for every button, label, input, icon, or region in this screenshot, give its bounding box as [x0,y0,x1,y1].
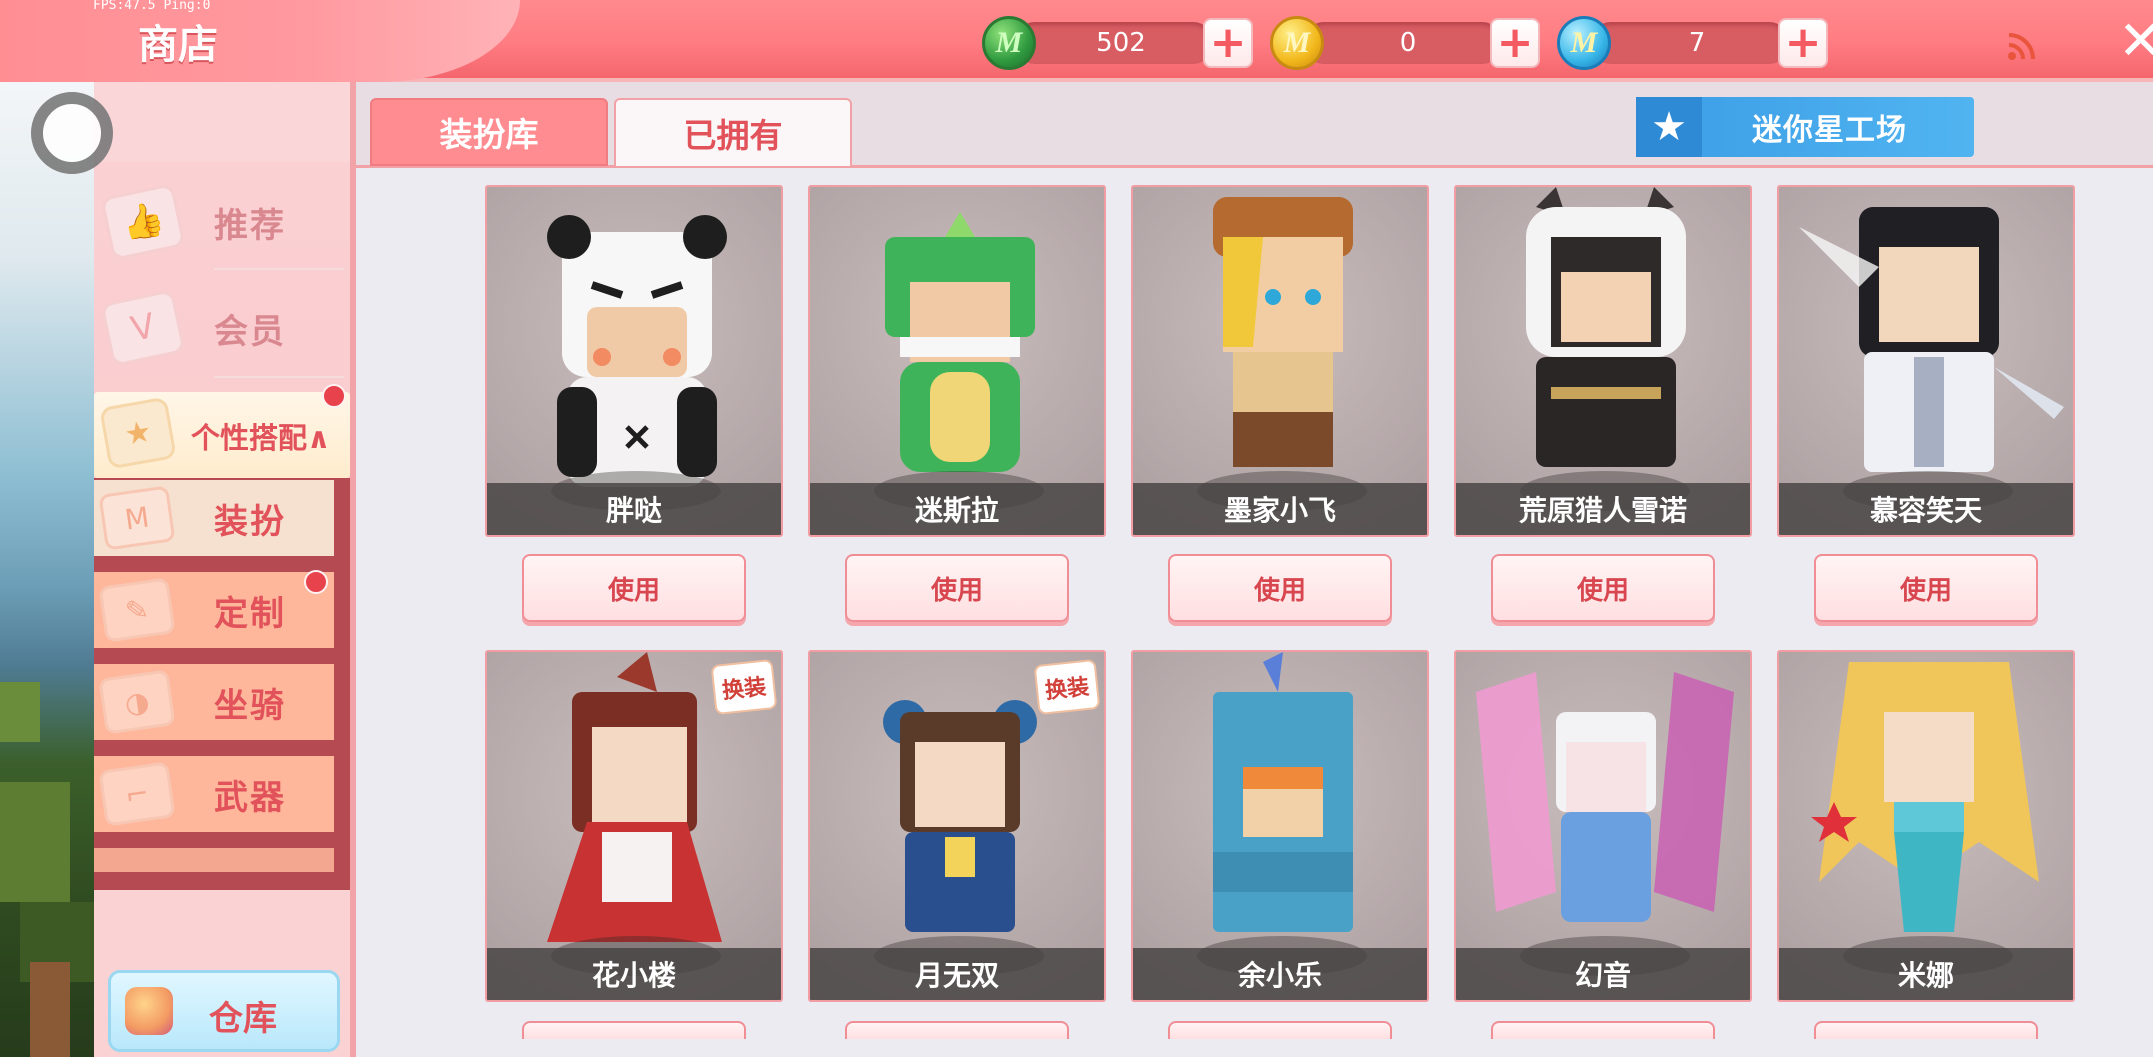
notification-dot [304,570,328,594]
skin-card-huanyin[interactable]: 幻音 [1454,650,1752,1002]
sidebar-item-label: 装扮 [214,501,286,542]
blue-coin-icon: M [1557,16,1611,70]
use-button[interactable]: 使用 [845,554,1069,622]
sidebar-item-outfit[interactable]: M 装扮 [94,480,334,556]
currency-value-stars: 7 [1688,28,1706,58]
mermaid-character-image [1811,662,2039,932]
sidebar-item-label: 坐骑 [214,685,286,726]
sidebar-item-mount[interactable]: ◑ 坐骑 [94,664,334,740]
currency-value-beans: 502 [1096,28,1146,58]
sidebar-item-label: 定制 [214,593,286,634]
skin-card-snow-hunter[interactable]: 荒原猎人雪诺 [1454,185,1752,537]
swap-badge: 换装 [710,658,778,716]
panda-character-image [547,215,727,487]
add-stars-button[interactable]: + [1778,18,1828,68]
chest-icon [125,987,173,1035]
sidebar-header [94,82,350,162]
divider [214,376,344,378]
sidebar-item-custom[interactable]: ✎ 定制 [94,570,334,648]
skin-name: 荒原猎人雪诺 [1456,483,1750,535]
skin-name: 墨家小飞 [1133,483,1427,535]
blue-box-character-image [1213,652,1353,932]
vip-card-icon: V [100,289,186,367]
game-world-background [0,82,94,1057]
skin-card-mojia-xiaofei[interactable]: 墨家小飞 [1131,185,1429,537]
skin-card-misila[interactable]: 迷斯拉 [808,185,1106,537]
skin-name: 余小乐 [1133,948,1427,1000]
sidebar-item-vip[interactable]: V 会员 [94,278,350,378]
record-button[interactable] [31,92,113,174]
sidebar-item-weapon[interactable]: ⌐ 武器 [94,756,334,832]
close-icon[interactable]: ✕ [2118,14,2153,68]
dino-character-image [885,212,1035,472]
skin-name: 月无双 [810,948,1104,1000]
currency-value-coins: 0 [1399,28,1417,58]
use-button-partial[interactable] [522,1021,746,1039]
skin-card-yu-xiaole[interactable]: 余小乐 [1131,650,1429,1002]
pencil-icon: ✎ [98,577,176,643]
category-sidebar: 👍 推荐 V 会员 ★ 个性搭配∧ M 装扮 ✎ 定制 ◑ 坐骑 ⌐ 武器 仓库 [94,82,356,1057]
thumbs-up-icon: 👍 [100,183,186,261]
aviator-character-image [1213,197,1353,467]
rss-icon[interactable] [2006,32,2036,62]
skin-card-mina[interactable]: 米娜 [1777,650,2075,1002]
sidebar-item-label: 推荐 [214,205,286,246]
skin-name: 胖哒 [487,483,781,535]
use-button[interactable]: 使用 [522,554,746,622]
green-gem-icon: M [982,16,1036,70]
hunter-character-image [1526,187,1686,467]
main-content: 装扮库 已拥有 ★ 迷你星工场 胖哒 使用 迷斯拉 使用 墨家小飞 使用 荒原猎… [356,82,2153,1057]
page-title: 商店 [138,22,218,68]
use-button[interactable]: 使用 [1814,554,2038,622]
mecha-wing-character-image [1476,672,1734,922]
mini-workshop-button[interactable]: ★ 迷你星工场 [1636,97,1974,157]
tab-owned[interactable]: 已拥有 [614,98,852,166]
sidebar-item-personal-style[interactable]: ★ 个性搭配∧ [94,384,350,478]
sidebar-item-label: 会员 [214,311,286,352]
use-button[interactable]: 使用 [1491,554,1715,622]
skin-card-murong-xiaotian[interactable]: 慕容笑天 [1777,185,2075,537]
sidebar-item-label: 武器 [214,777,286,818]
badge-icon: ★ [99,396,177,470]
gold-coin-icon: M [1270,16,1324,70]
swap-badge: 换装 [1033,658,1101,716]
skin-card-hua-xiaolou[interactable]: 换装 花小楼 [485,650,783,1002]
use-button-partial[interactable] [1491,1021,1715,1039]
tab-wardrobe[interactable]: 装扮库 [370,98,608,166]
warehouse-button[interactable]: 仓库 [108,970,340,1052]
tab-bar: 装扮库 已拥有 ★ 迷你星工场 [356,82,2153,168]
warehouse-label: 仓库 [209,999,277,1039]
sidebar-item-recommend[interactable]: 👍 推荐 [94,172,350,272]
skin-card-yue-wushuang[interactable]: 换装 月无双 [808,650,1106,1002]
add-coins-button[interactable]: + [1490,18,1540,68]
use-button-partial[interactable] [1168,1021,1392,1039]
sidebar-item-more[interactable] [94,848,334,872]
add-beans-button[interactable]: + [1203,18,1253,68]
workshop-label: 迷你星工场 [1752,113,1907,148]
skin-name: 迷斯拉 [810,483,1104,535]
use-button[interactable]: 使用 [1168,554,1392,622]
notification-dot [322,384,346,408]
top-bar: FPS:47.5 Ping:0 商店 M 502 + M 0 + M 7 + ✕ [0,0,2153,82]
skin-name: 米娜 [1779,948,2073,1000]
skin-card-pangda[interactable]: 胖哒 [485,185,783,537]
gun-icon: ⌐ [98,761,176,827]
title-banner [0,0,520,82]
skin-name: 幻音 [1456,948,1750,1000]
skin-name: 慕容笑天 [1779,483,2073,535]
swordsman-character-image [1799,207,2064,472]
shirt-icon: M [98,485,176,551]
skin-name: 花小楼 [487,948,781,1000]
divider [214,268,344,270]
sidebar-item-label: 个性搭配∧ [191,421,331,455]
star-icon: ★ [1636,97,1702,157]
use-button-partial[interactable] [845,1021,1069,1039]
use-button-partial[interactable] [1814,1021,2038,1039]
mount-icon: ◑ [98,669,176,735]
